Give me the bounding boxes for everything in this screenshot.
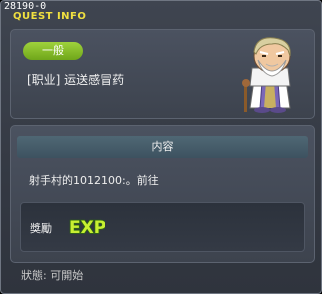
quest-description: 射手村的1012100:。前往: [29, 174, 159, 187]
quest-info-window: 28190-0 QUEST INFO 一般 [职业] 运送感冒药 内容 射手村的…: [0, 0, 322, 294]
category-badge: 一般: [23, 42, 83, 60]
exp-icon: EXP: [68, 217, 105, 237]
quest-content-panel: 内容 射手村的1012100:。前往 獎勵 EXP: [10, 125, 315, 263]
quest-name: [职业] 运送感冒药: [27, 73, 125, 87]
window-title: QUEST INFO: [13, 11, 87, 22]
content-section-title: 内容: [17, 136, 308, 158]
npc-old-man-icon: [242, 37, 291, 113]
reward-label: 獎勵: [30, 222, 52, 235]
svg-text:EXP: EXP: [69, 218, 105, 237]
quest-header-panel: 一般 [职业] 运送感冒药: [10, 29, 315, 119]
reward-box: 獎勵 EXP: [20, 202, 305, 252]
quest-status: 狀態: 可開始: [21, 269, 84, 282]
